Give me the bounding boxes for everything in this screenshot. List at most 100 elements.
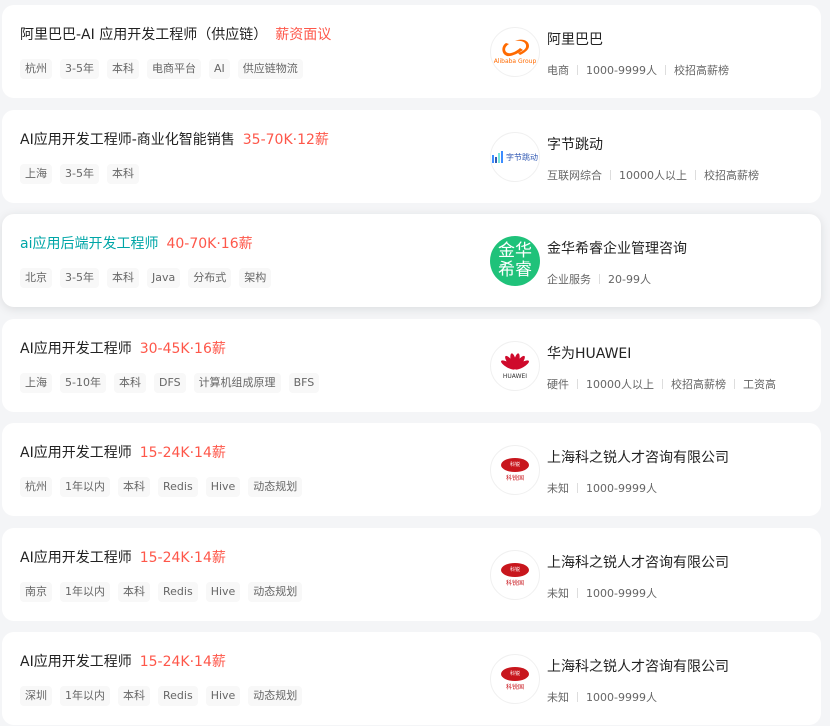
job-tag: 本科 (118, 686, 150, 706)
job-title[interactable]: 阿里巴巴-AI 应用开发工程师（供应链） (20, 24, 267, 44)
job-tags: 北京 3-5年 本科 Java 分布式 架构 (20, 268, 272, 288)
company-meta-item: 工资高 (743, 378, 776, 391)
job-tag: 1年以内 (60, 686, 110, 706)
company-meta-item: 1000-9999人 (586, 587, 657, 600)
job-tag: 3-5年 (60, 268, 99, 288)
job-salary: 40-70K·16薪 (166, 236, 253, 252)
job-tag: 杭州 (20, 477, 52, 497)
alibaba-wordmark: Alibaba Group (493, 58, 537, 65)
logo-line-2: 希睿 (498, 260, 532, 280)
meta-divider (577, 65, 578, 75)
company-meta: 未知 1000-9999人 (547, 585, 657, 601)
job-title[interactable]: AI应用开发工程师-商业化智能销售 (20, 129, 235, 149)
bytedance-wordmark: 字节跳动 (506, 152, 538, 162)
job-tag: 本科 (106, 164, 139, 184)
careerintl-logo[interactable]: 科锐 科锐国 (490, 445, 540, 495)
job-tag: Redis (158, 582, 198, 602)
job-tag: 电商平台 (146, 59, 201, 79)
job-salary: 15-24K·14薪 (139, 550, 226, 566)
company-meta: 互联网综合 10000人以上 校招高薪榜 (547, 167, 759, 183)
meta-divider (577, 379, 578, 389)
company-meta: 企业服务 20-99人 (547, 271, 651, 287)
job-card[interactable]: AI应用开发工程师 30-45K·16薪 上海 5-10年 本科 DFS 计算机组成原理 BF… (2, 319, 821, 412)
jinhua-logo[interactable]: 金华 希睿 (490, 236, 540, 286)
job-tag: BFS (288, 373, 320, 393)
alibaba-logo[interactable]: Alibaba Group (490, 27, 540, 77)
job-title[interactable]: AI应用开发工程师 (20, 651, 132, 671)
job-title[interactable]: AI应用开发工程师 (20, 442, 132, 462)
meta-divider (577, 692, 578, 702)
job-tag: 1年以内 (60, 477, 110, 497)
job-title-row: AI应用开发工程师-商业化智能销售 35-70K·12薪 (20, 129, 329, 149)
company-meta-item: 硬件 (547, 378, 569, 391)
job-tag: 本科 (106, 59, 139, 79)
company-name[interactable]: 金华希睿企业管理咨询 (547, 238, 687, 258)
company-name[interactable]: 阿里巴巴 (547, 29, 603, 49)
company-meta-item: 未知 (547, 482, 569, 495)
job-tag: Redis (158, 477, 198, 497)
company-name[interactable]: 字节跳动 (547, 134, 603, 154)
job-tags: 南京 1年以内 本科 Redis Hive 动态规划 (20, 582, 303, 602)
job-salary: 15-24K·14薪 (139, 445, 226, 461)
company-meta-item: 未知 (547, 587, 569, 600)
job-title[interactable]: AI应用开发工程师 (20, 547, 132, 567)
job-title[interactable]: AI应用开发工程师 (20, 338, 132, 358)
seal-badge-icon: 科锐 (501, 667, 529, 681)
company-meta-item: 10000人以上 (586, 378, 654, 391)
company-meta-item: 10000人以上 (619, 169, 687, 182)
seal-subtext: 科锐国 (505, 684, 524, 691)
job-card[interactable]: ai应用后端开发工程师 40-70K·16薪北京 3-5年 本科 Java 分布式 架构 金华… (2, 214, 821, 307)
meta-divider (695, 170, 696, 180)
seal-subtext: 科锐国 (505, 475, 524, 482)
company-meta-item: 校招高薪榜 (671, 378, 726, 391)
job-tag: 上海 (20, 373, 52, 393)
job-tag: DFS (153, 373, 186, 393)
job-tags: 深圳 1年以内 本科 Redis Hive 动态规划 (20, 686, 303, 706)
huawei-logo[interactable]: HUAWEI (490, 341, 540, 391)
company-name[interactable]: 上海科之锐人才咨询有限公司 (547, 447, 729, 467)
seal-mark: 科锐 科锐国 (501, 667, 529, 691)
company-name[interactable]: 上海科之锐人才咨询有限公司 (547, 552, 729, 572)
job-tag: 计算机组成原理 (193, 373, 281, 393)
job-tag: AI (208, 59, 230, 79)
company-meta: 未知 1000-9999人 (547, 480, 657, 496)
job-card[interactable]: AI应用开发工程师 15-24K·14薪 南京 1年以内 本科 Redis Hive 动态规划… (2, 528, 821, 621)
job-tag: Redis (158, 686, 198, 706)
job-tag: 5-10年 (60, 373, 106, 393)
job-tag: 1年以内 (60, 582, 110, 602)
job-tag: 动态规划 (248, 477, 303, 497)
job-title-row: AI应用开发工程师 15-24K·14薪 (20, 651, 226, 671)
job-tag: 动态规划 (248, 582, 303, 602)
company-name[interactable]: 上海科之锐人才咨询有限公司 (547, 656, 729, 676)
meta-divider (599, 274, 600, 284)
careerintl-logo[interactable]: 科锐 科锐国 (490, 654, 540, 704)
company-meta-item: 1000-9999人 (586, 64, 657, 77)
job-card[interactable]: AI应用开发工程师 15-24K·14薪 杭州 1年以内 本科 Redis Hive 动态规划… (2, 423, 821, 516)
job-title[interactable]: ai应用后端开发工程师 (20, 233, 158, 253)
careerintl-logo[interactable]: 科锐 科锐国 (490, 550, 540, 600)
job-card[interactable]: 阿里巴巴-AI 应用开发工程师（供应链） 薪资面议 杭州 3-5年 本科 电商平台 AI 供应… (2, 5, 821, 98)
bytedance-bars-icon (492, 151, 503, 163)
huawei-wordmark: HUAWEI (502, 373, 528, 380)
job-card[interactable]: AI应用开发工程师-商业化智能销售 35-70K·12薪 上海 3-5年 本科 字节跳动字… (2, 110, 821, 203)
job-tag: Hive (205, 582, 241, 602)
job-title-row: AI应用开发工程师 15-24K·14薪 (20, 442, 226, 462)
job-tag: 本科 (118, 582, 150, 602)
bytedance-logo[interactable]: 字节跳动 (490, 132, 540, 182)
job-salary: 薪资面议 (275, 27, 332, 43)
job-tags: 上海 3-5年 本科 (20, 164, 139, 184)
job-tags: 上海 5-10年 本科 DFS 计算机组成原理 BFS (20, 373, 320, 393)
job-title-row: 阿里巴巴-AI 应用开发工程师（供应链） 薪资面议 (20, 24, 331, 44)
company-meta-item: 1000-9999人 (586, 482, 657, 495)
meta-divider (662, 379, 663, 389)
company-meta: 电商 1000-9999人 校招高薪榜 (547, 62, 729, 78)
company-meta-item: 校招高薪榜 (673, 64, 729, 77)
job-salary: 30-45K·16薪 (139, 341, 226, 357)
company-meta-item: 未知 (547, 691, 569, 704)
company-name[interactable]: 华为HUAWEI (547, 343, 631, 363)
job-tag: 本科 (106, 268, 139, 288)
meta-divider (577, 483, 578, 493)
job-salary: 15-24K·14薪 (139, 654, 226, 670)
company-meta: 未知 1000-9999人 (547, 689, 657, 705)
job-card[interactable]: AI应用开发工程师 15-24K·14薪 深圳 1年以内 本科 Redis Hive 动态规划… (2, 632, 821, 725)
